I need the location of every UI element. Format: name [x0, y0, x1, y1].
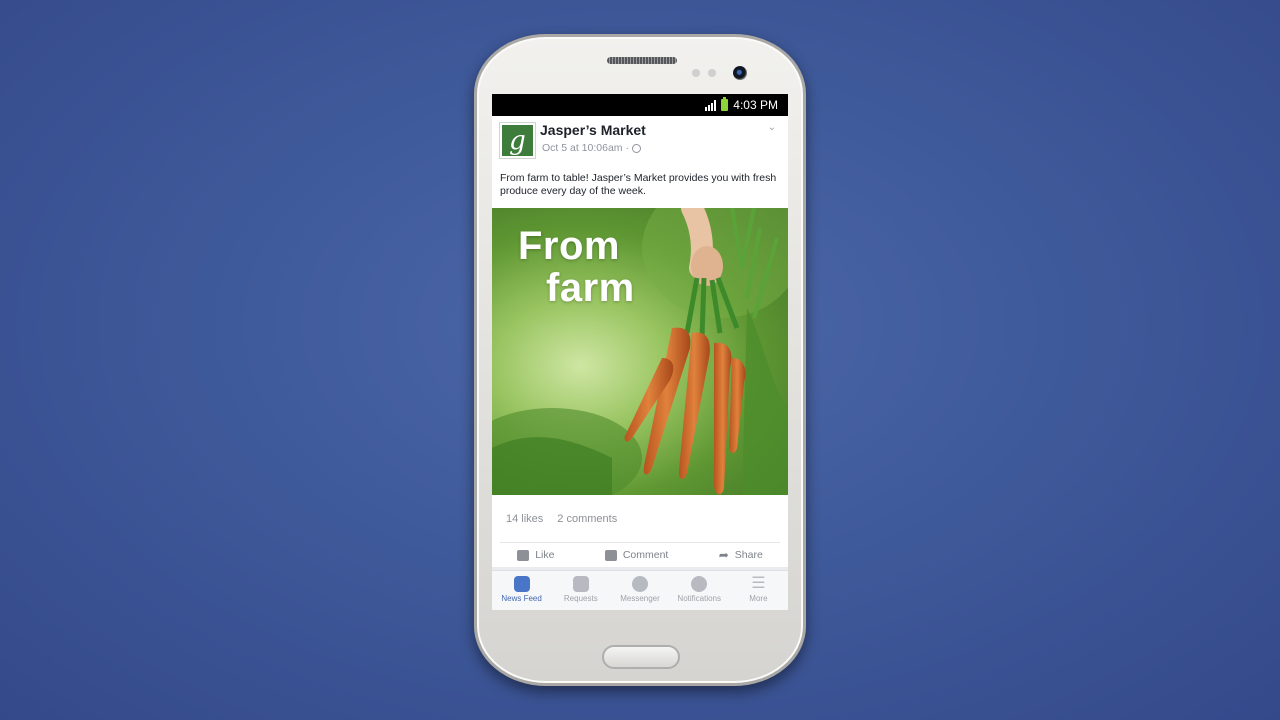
home-button[interactable] [602, 645, 680, 669]
phone-screen: 4:03 PM g Jasper’s Market Oct 5 at 10:06… [492, 94, 788, 610]
feed-post: g Jasper’s Market Oct 5 at 10:06am · ⌄ F… [492, 116, 788, 573]
post-timestamp[interactable]: Oct 5 at 10:06am · [542, 142, 629, 154]
comment-button[interactable]: Comment [604, 549, 669, 561]
page-name-link[interactable]: Jasper’s Market [540, 122, 646, 138]
thumbs-up-icon [517, 549, 530, 561]
tab-label: Requests [563, 594, 598, 603]
light-sensor [708, 69, 716, 77]
tab-label: Messenger [620, 594, 660, 603]
front-camera [733, 66, 747, 80]
image-caption-line2: farm [546, 266, 635, 310]
comments-count[interactable]: 2 comments [557, 513, 617, 525]
share-button[interactable]: ➦ Share [719, 548, 763, 562]
status-time: 4:03 PM [733, 98, 778, 112]
tab-label: News Feed [501, 594, 542, 603]
tab-more[interactable]: ☰ More [729, 571, 788, 610]
signal-icon [705, 99, 717, 111]
status-bar: 4:03 PM [492, 94, 788, 116]
image-caption-line1: From [518, 224, 620, 268]
tab-requests[interactable]: Requests [551, 571, 610, 610]
news-feed-icon [513, 576, 530, 592]
messenger-icon [632, 576, 648, 592]
like-label: Like [535, 549, 555, 561]
globe-icon [631, 143, 641, 153]
chevron-down-icon[interactable]: ⌄ [768, 122, 776, 133]
post-meta: Oct 5 at 10:06am · [542, 142, 641, 154]
menu-icon: ☰ [751, 575, 766, 592]
share-arrow-icon: ➦ [718, 548, 729, 562]
tab-label: More [749, 594, 768, 603]
post-actions: Like Comment ➦ Share [492, 543, 788, 573]
tab-notifications[interactable]: Notifications [670, 571, 729, 610]
tab-messenger[interactable]: Messenger [610, 571, 669, 610]
globe-icon [691, 576, 708, 592]
page-avatar[interactable]: g [499, 122, 536, 159]
post-text: From farm to table! Jasper’s Market prov… [500, 172, 777, 197]
friends-icon [572, 576, 589, 592]
like-button[interactable]: Like [517, 549, 554, 561]
comment-label: Comment [622, 549, 669, 561]
tab-label: Notifications [677, 594, 721, 603]
proximity-sensor [692, 69, 700, 77]
post-image[interactable]: From farm [492, 208, 788, 495]
likes-count[interactable]: 14 likes [506, 513, 543, 525]
reaction-counts: 14 likes 2 comments [500, 495, 780, 543]
battery-icon [721, 97, 729, 111]
tab-news-feed[interactable]: News Feed [492, 571, 551, 610]
post-header: g Jasper’s Market Oct 5 at 10:06am · ⌄ [492, 116, 788, 166]
comment-icon [604, 549, 617, 561]
bottom-tab-bar: News Feed Requests Messenger Notificatio… [492, 570, 788, 610]
share-label: Share [734, 549, 763, 561]
earpiece-speaker [607, 57, 677, 64]
